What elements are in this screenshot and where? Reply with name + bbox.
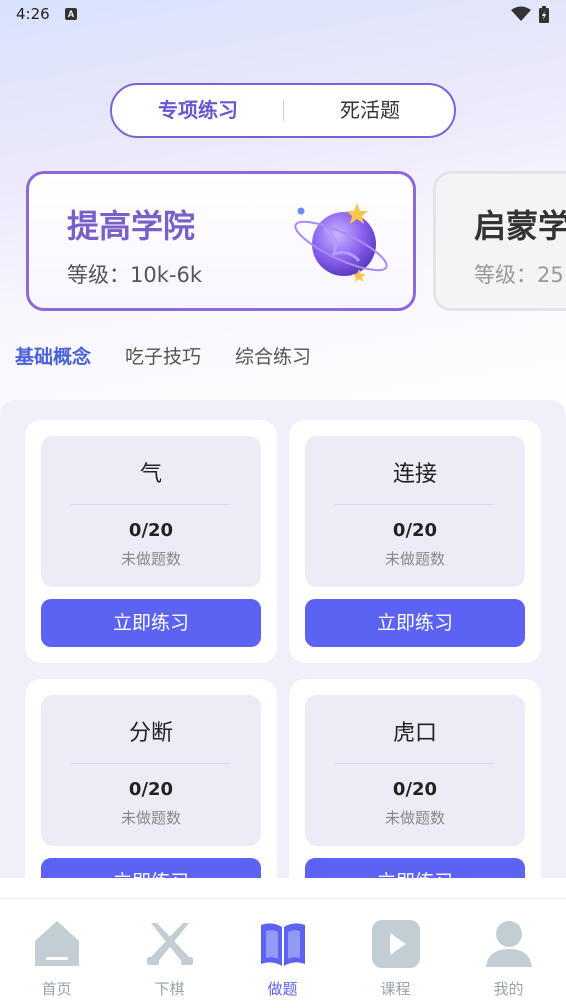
practice-now-button[interactable]: 立即练习 bbox=[305, 858, 525, 878]
book-icon bbox=[261, 923, 305, 966]
divider bbox=[71, 504, 231, 505]
question-count-label: 未做题数 bbox=[384, 550, 445, 568]
question-card: 虎口 0/20 未做题数 立即练习 bbox=[289, 679, 541, 878]
notification-a-icon: A bbox=[65, 8, 77, 20]
question-card: 连接 0/20 未做题数 立即练习 bbox=[289, 420, 541, 663]
nav-practice[interactable]: 做题 bbox=[226, 899, 339, 1008]
tab-basic-concepts[interactable]: 基础概念 bbox=[15, 342, 91, 369]
level-card-title: 启蒙学 bbox=[474, 207, 566, 245]
user-icon bbox=[486, 921, 532, 967]
practice-now-button[interactable]: 立即练习 bbox=[41, 858, 261, 878]
divider bbox=[335, 504, 495, 505]
question-count: 0/20 bbox=[128, 520, 174, 541]
question-info: 分断 0/20 未做题数 bbox=[41, 695, 261, 846]
nav-label: 课程 bbox=[380, 980, 411, 998]
level-card-beginner[interactable]: 启蒙学 等级：25 bbox=[433, 171, 566, 311]
play-icon bbox=[372, 920, 420, 968]
divider bbox=[71, 763, 231, 764]
question-count-label: 未做题数 bbox=[120, 809, 181, 827]
question-count: 0/20 bbox=[128, 779, 174, 800]
battery-icon bbox=[539, 6, 549, 23]
practice-now-button[interactable]: 立即练习 bbox=[41, 599, 261, 647]
nav-profile[interactable]: 我的 bbox=[452, 899, 565, 1008]
question-topic: 气 bbox=[139, 462, 162, 487]
question-card: 气 0/20 未做题数 立即练习 bbox=[25, 420, 277, 663]
nav-play[interactable]: 下棋 bbox=[113, 899, 226, 1008]
question-card: 分断 0/20 未做题数 立即练习 bbox=[25, 679, 277, 878]
question-count: 0/20 bbox=[392, 520, 438, 541]
level-card-grade: 等级：10k-6k bbox=[67, 263, 202, 287]
tab-comprehensive-practice[interactable]: 综合练习 bbox=[235, 342, 311, 369]
divider bbox=[335, 763, 495, 764]
question-count: 0/20 bbox=[392, 779, 438, 800]
question-grid: 气 0/20 未做题数 立即练习 连接 0/20 未做题数 立即练习 分断 0/… bbox=[0, 400, 566, 878]
category-tabs: 基础概念 吃子技巧 综合练习 bbox=[0, 340, 566, 374]
nav-label: 下棋 bbox=[154, 980, 185, 998]
nav-courses[interactable]: 课程 bbox=[339, 899, 452, 1008]
segment-special-practice[interactable]: 专项练习 bbox=[112, 85, 284, 136]
nav-label: 首页 bbox=[41, 980, 72, 998]
question-count-label: 未做题数 bbox=[120, 550, 181, 568]
level-card-advanced[interactable]: 提高学院 等级：10k-6k bbox=[26, 171, 416, 311]
level-card-title: 提高学院 bbox=[67, 207, 196, 245]
question-topic: 虎口 bbox=[392, 721, 437, 746]
wifi-icon bbox=[511, 6, 531, 21]
practice-now-button[interactable]: 立即练习 bbox=[305, 599, 525, 647]
question-info: 连接 0/20 未做题数 bbox=[305, 436, 525, 587]
level-card-grade: 等级：25 bbox=[474, 263, 564, 287]
status-bar: 4:26 A bbox=[0, 0, 566, 30]
swords-icon bbox=[147, 923, 193, 965]
question-topic: 分断 bbox=[128, 721, 173, 746]
question-count-label: 未做题数 bbox=[384, 809, 445, 827]
nav-home[interactable]: 首页 bbox=[0, 899, 113, 1008]
tab-capture-skills[interactable]: 吃子技巧 bbox=[125, 342, 201, 369]
planet-icon bbox=[294, 203, 388, 282]
question-info: 虎口 0/20 未做题数 bbox=[305, 695, 525, 846]
segment-life-death[interactable]: 死活题 bbox=[284, 85, 456, 136]
question-topic: 连接 bbox=[392, 462, 437, 487]
nav-label: 我的 bbox=[493, 980, 524, 998]
bottom-nav: 首页 下棋 做题 课程 我的 bbox=[0, 898, 566, 1008]
question-info: 气 0/20 未做题数 bbox=[41, 436, 261, 587]
nav-label: 做题 bbox=[267, 980, 298, 998]
home-icon bbox=[35, 921, 79, 966]
status-time: 4:26 bbox=[16, 5, 50, 23]
practice-mode-segment: 专项练习 死活题 bbox=[110, 83, 456, 138]
